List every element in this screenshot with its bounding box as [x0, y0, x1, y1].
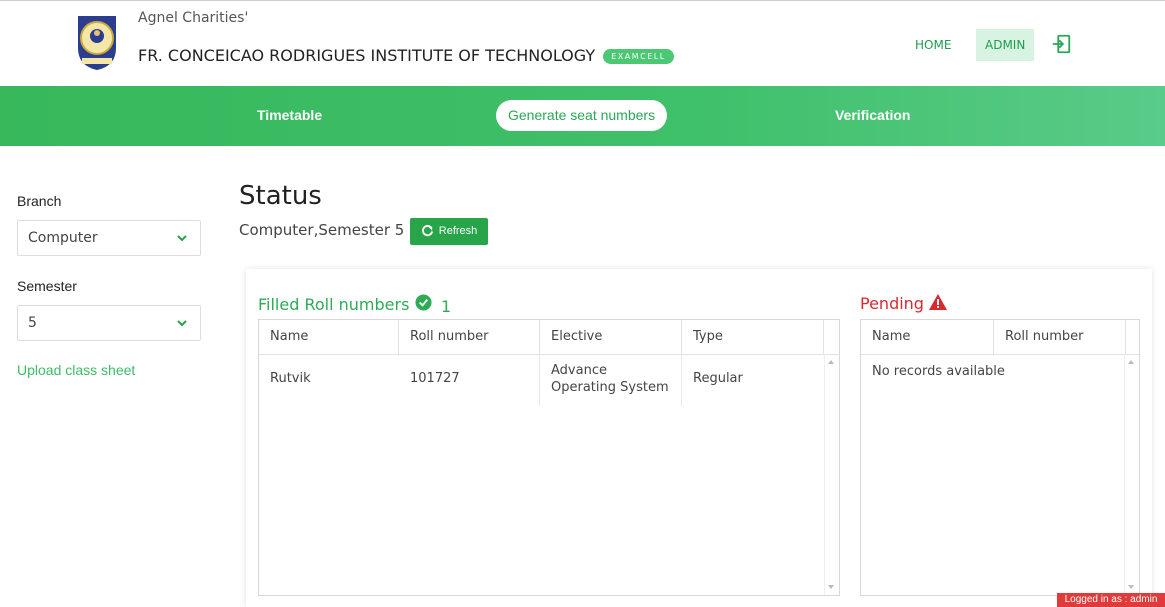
cell-roll-number: 101727 [410, 371, 460, 386]
pending-heading: Pending [860, 294, 948, 313]
upload-class-sheet-link[interactable]: Upload class sheet [17, 362, 135, 378]
org-subtitle: Agnel Charities' [138, 10, 249, 26]
filled-table: Name Roll number Elective Type Rutvik 10… [258, 319, 840, 596]
page-title: Status [239, 181, 322, 211]
semester-label: Semester [17, 278, 77, 294]
branch-select-value: Computer [28, 230, 98, 246]
filled-roll-numbers-heading: Filled Roll numbers [258, 294, 432, 314]
nav-home-link[interactable]: HOME [905, 29, 961, 61]
warning-icon [929, 294, 948, 310]
table-header: Name Roll number Elective Type [259, 320, 839, 355]
column-divider [539, 354, 540, 406]
check-circle-icon [414, 294, 432, 311]
scroll-up-arrow[interactable] [828, 360, 834, 364]
scroll-down-arrow[interactable] [828, 585, 834, 589]
column-header-roll-number[interactable]: Roll number [399, 320, 540, 354]
logout-icon[interactable] [1050, 33, 1072, 55]
column-header-type[interactable]: Type [682, 320, 824, 354]
main-tab-bar: Timetable Generate seat numbers Verifica… [0, 86, 1165, 146]
refresh-icon [421, 225, 433, 237]
cell-name: Rutvik [270, 371, 311, 386]
cell-elective: Advance Operating System [551, 363, 669, 395]
examcell-badge: EXAMCELL [603, 49, 674, 64]
cell-type: Regular [693, 371, 743, 386]
column-header-roll-number[interactable]: Roll number [994, 320, 1126, 354]
filled-table-scrollbar[interactable] [824, 354, 839, 595]
chevron-down-icon [177, 235, 187, 242]
column-header-elective[interactable]: Elective [540, 320, 682, 354]
nav-admin-link[interactable]: ADMIN [976, 29, 1035, 61]
logged-in-badge: Logged in as : admin [1057, 593, 1165, 607]
empty-records-message: No records available [872, 364, 1005, 379]
filled-heading-text: Filled Roll numbers [258, 295, 410, 314]
scroll-down-arrow[interactable] [1128, 585, 1134, 589]
refresh-button-label: Refresh [438, 225, 478, 237]
pending-heading-text: Pending [860, 294, 924, 313]
semester-select-value: 5 [28, 315, 37, 331]
branch-select[interactable]: Computer [17, 220, 201, 256]
pending-table: Name Roll number No records available [860, 319, 1140, 596]
column-divider [681, 354, 682, 406]
tab-timetable[interactable]: Timetable [257, 100, 322, 131]
branch-label: Branch [17, 193, 62, 209]
column-header-name[interactable]: Name [861, 320, 994, 354]
filled-count: 1 [441, 297, 452, 316]
status-subtitle: Computer,Semester 5 [239, 221, 405, 239]
column-header-name[interactable]: Name [259, 320, 399, 354]
pending-table-scrollbar[interactable] [1124, 354, 1139, 595]
chevron-down-icon [177, 320, 187, 327]
tab-generate-seat-numbers[interactable]: Generate seat numbers [496, 100, 668, 131]
scroll-up-arrow[interactable] [1128, 360, 1134, 364]
institute-name-text: FR. CONCEICAO RODRIGUES INSTITUTE OF TEC… [138, 46, 596, 65]
tab-verification[interactable]: Verification [835, 100, 910, 131]
institute-name: FR. CONCEICAO RODRIGUES INSTITUTE OF TEC… [138, 46, 674, 65]
refresh-button[interactable]: Refresh [410, 218, 488, 245]
table-header: Name Roll number [861, 320, 1139, 355]
semester-select[interactable]: 5 [17, 305, 201, 341]
college-crest-logo [78, 16, 116, 70]
